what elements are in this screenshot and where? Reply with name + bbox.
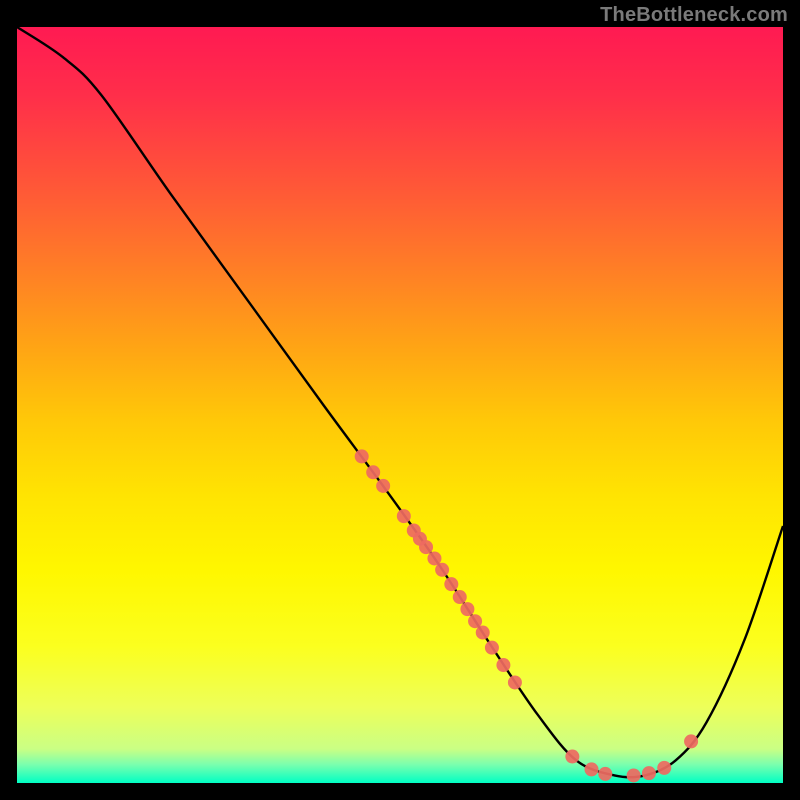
marker-dot	[355, 449, 369, 463]
marker-dot	[366, 465, 380, 479]
chart-svg	[17, 27, 783, 783]
marker-dot	[598, 767, 612, 781]
marker-dot	[585, 762, 599, 776]
marker-dot	[376, 479, 390, 493]
marker-dot	[453, 590, 467, 604]
marker-dot	[496, 658, 510, 672]
marker-dot	[684, 734, 698, 748]
chart-container: TheBottleneck.com	[0, 0, 800, 800]
marker-dot	[427, 551, 441, 565]
marker-dot	[657, 761, 671, 775]
bottleneck-curve	[17, 27, 783, 777]
marker-dot	[508, 675, 522, 689]
watermark-text: TheBottleneck.com	[600, 4, 788, 27]
marker-dot	[627, 768, 641, 782]
marker-dot	[476, 626, 490, 640]
marker-dot	[435, 563, 449, 577]
marker-dot	[397, 509, 411, 523]
marker-dot	[485, 641, 499, 655]
sample-points	[355, 449, 698, 782]
marker-dot	[468, 614, 482, 628]
marker-dot	[460, 602, 474, 616]
marker-dot	[565, 750, 579, 764]
marker-dot	[642, 766, 656, 780]
plot-area	[17, 27, 783, 783]
marker-dot	[419, 540, 433, 554]
marker-dot	[444, 577, 458, 591]
